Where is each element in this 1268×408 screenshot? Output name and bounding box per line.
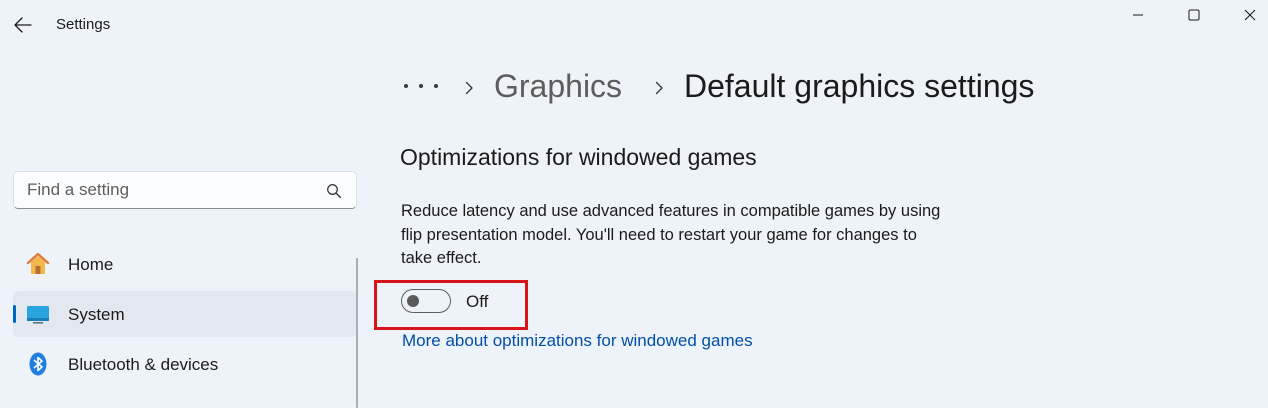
system-display-icon — [25, 301, 51, 327]
sidebar-item-system[interactable]: System — [13, 291, 357, 337]
maximize-icon — [1188, 9, 1200, 21]
section-title: Optimizations for windowed games — [400, 144, 757, 170]
search-icon[interactable] — [326, 183, 342, 199]
back-button[interactable] — [8, 10, 38, 40]
chevron-right-icon — [465, 81, 473, 95]
app-title: Settings — [56, 16, 111, 33]
close-icon — [1244, 9, 1256, 21]
minimize-icon — [1133, 14, 1143, 16]
sidebar-item-label: Home — [68, 255, 114, 274]
toggle-knob — [407, 295, 419, 307]
maximize-button[interactable] — [1166, 0, 1222, 30]
bluetooth-icon — [25, 351, 51, 377]
toggle-state-label: Off — [466, 292, 489, 311]
sidebar-item-label: Bluetooth & devices — [68, 355, 219, 374]
sidebar-scrollbar[interactable] — [356, 258, 358, 408]
more-info-link[interactable]: More about optimizations for windowed ga… — [402, 331, 753, 351]
close-button[interactable] — [1222, 0, 1268, 30]
arrow-left-icon — [14, 17, 32, 33]
section-description: Reduce latency and use advanced features… — [401, 202, 941, 267]
page-title: Default graphics settings — [684, 68, 1035, 104]
breadcrumb-more-button[interactable] — [404, 76, 438, 96]
sidebar-item-label: System — [68, 305, 125, 324]
selection-indicator — [13, 305, 16, 323]
sidebar-item-home[interactable]: Home — [13, 241, 357, 287]
home-icon — [25, 251, 51, 277]
highlight-box — [374, 280, 528, 330]
breadcrumb-parent-link[interactable]: Graphics — [494, 68, 622, 105]
sidebar-item-bluetooth-devices[interactable]: Bluetooth & devices — [13, 341, 357, 387]
search-input[interactable] — [27, 172, 317, 208]
minimize-button[interactable] — [1110, 0, 1166, 30]
search-box[interactable] — [13, 171, 357, 209]
chevron-right-icon — [655, 81, 663, 95]
windowed-games-toggle[interactable] — [401, 289, 451, 313]
